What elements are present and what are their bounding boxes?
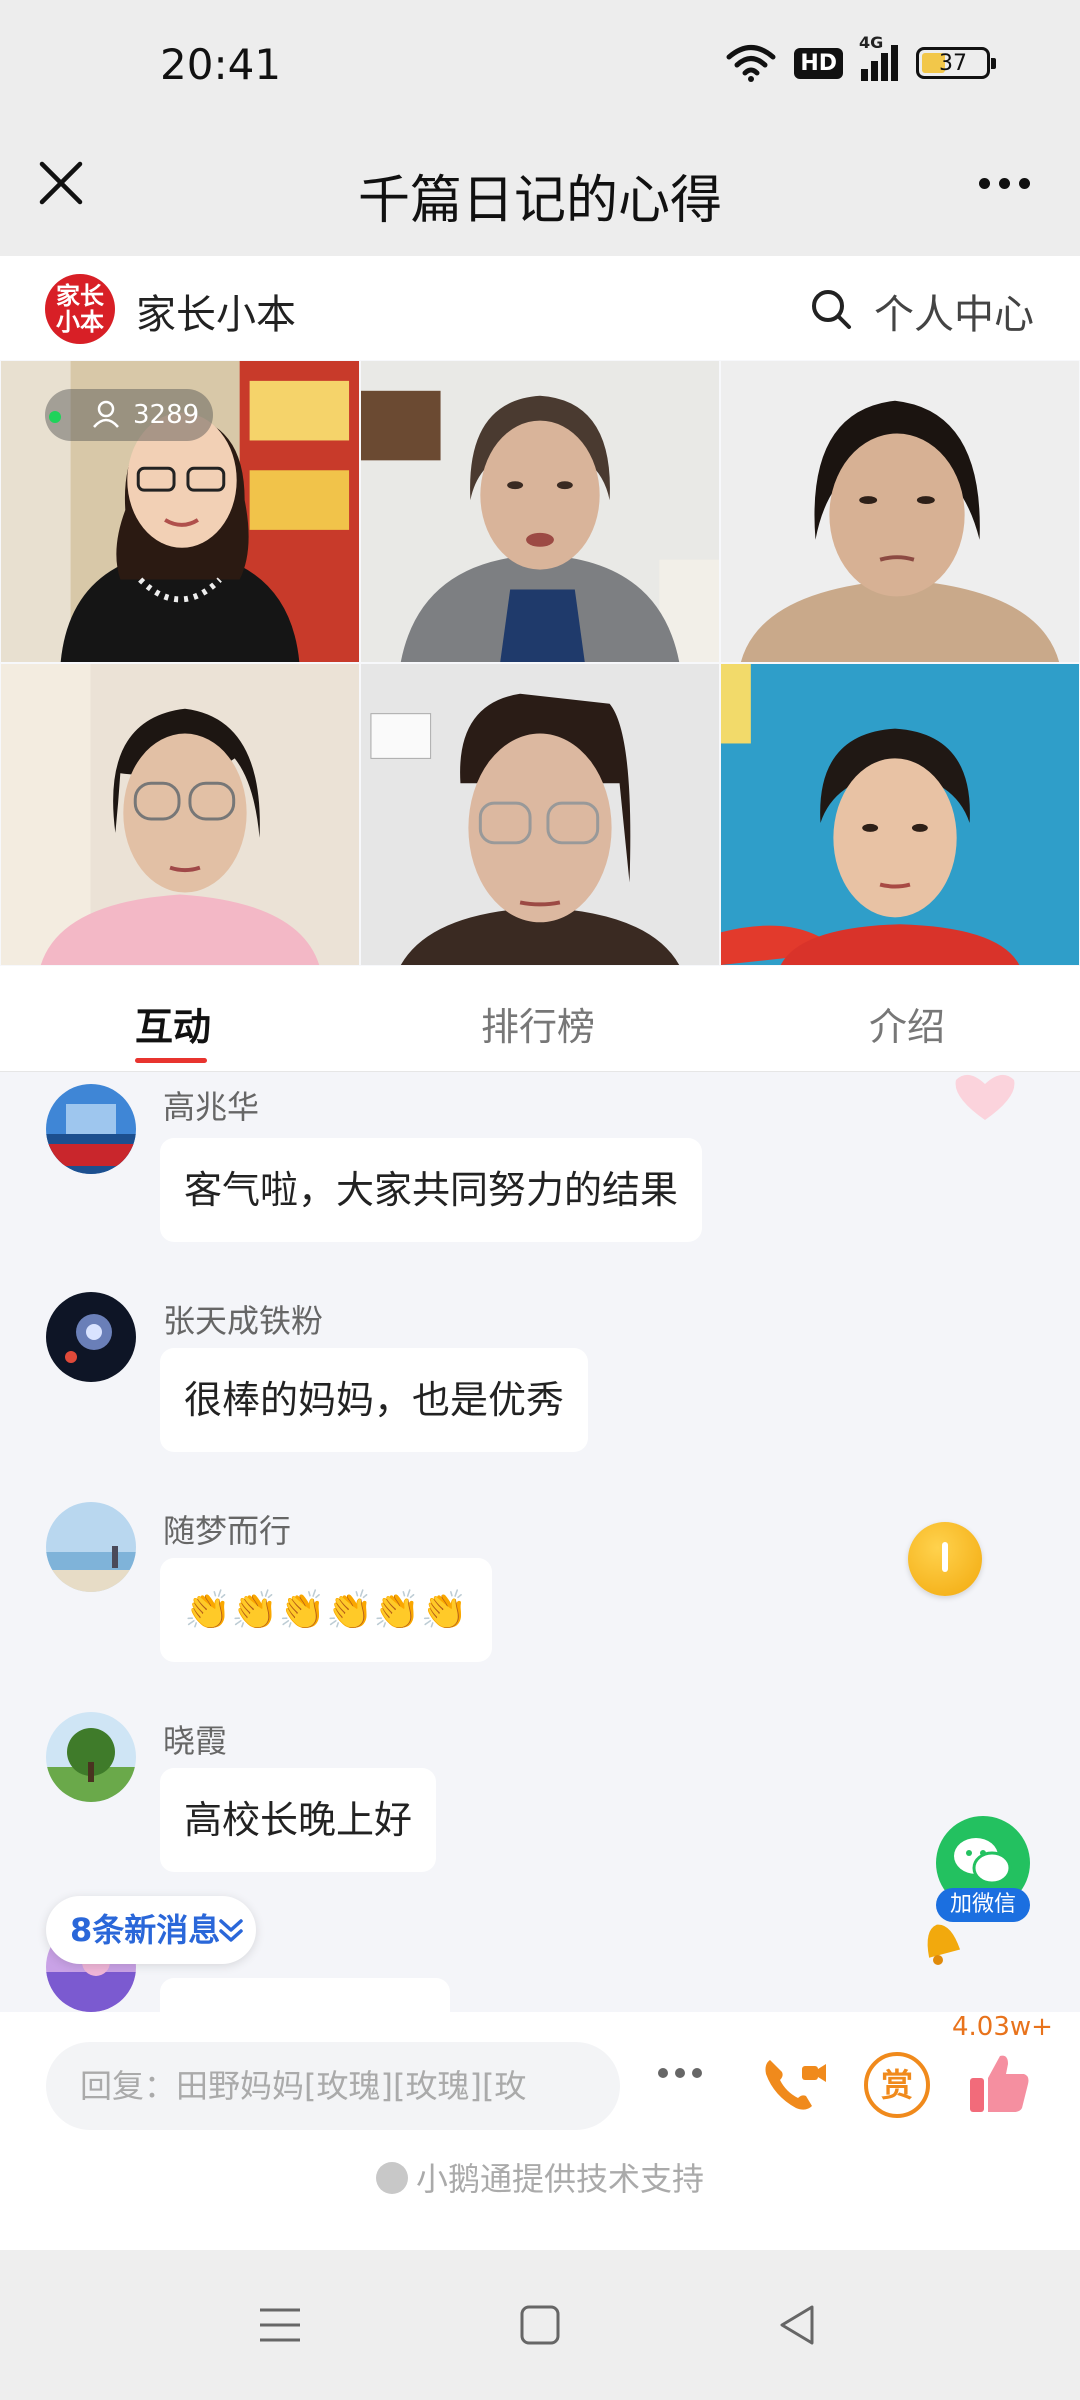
video-feed-image [721, 361, 1079, 662]
message-bubble[interactable]: 👏👏👏👏👏👏 [160, 1558, 492, 1662]
recent-apps-button[interactable] [245, 2290, 315, 2360]
avatar-image [46, 1292, 136, 1382]
status-bar: 20:41 HD 4G 37 [0, 0, 1080, 120]
home-button[interactable] [505, 2290, 575, 2360]
new-messages-label: 8条新消息 [70, 1911, 221, 1949]
message-bubble[interactable]: 客气啦，大家共同努力的结果 [160, 1138, 703, 1242]
message-author: 张天成铁粉 [163, 1302, 324, 1340]
battery-level: 37 [939, 50, 967, 76]
channel-logo[interactable]: 家长小本 [45, 274, 115, 344]
powered-by-label: 小鹅通提供技术支持 [415, 2160, 704, 2198]
new-messages-button[interactable]: 8条新消息 [46, 1896, 257, 1964]
more-dot-icon [675, 2068, 685, 2078]
reward-button[interactable]: 赏 [864, 2052, 930, 2118]
video-grid[interactable]: 3289 [0, 360, 1080, 966]
tab-introduction[interactable]: 介绍 [869, 996, 945, 1051]
video-feed-image [1, 664, 359, 965]
message-bubble[interactable] [160, 1978, 450, 2012]
video-tile-2[interactable] [360, 360, 720, 663]
status-time: 20:41 [160, 40, 282, 89]
channel-name[interactable]: 家长小本 [136, 282, 296, 340]
video-tile-6[interactable] [720, 663, 1080, 966]
more-dot-icon [692, 2068, 702, 2078]
status-icons: HD 4G 37 [726, 33, 996, 82]
avatar-image [46, 1502, 136, 1592]
input-bar: 赏 4.03w+ 小鹅通提供技术支持 [0, 2012, 1080, 2250]
message-author: 随梦而行 [163, 1512, 292, 1550]
like-count: 4.03w+ [952, 2012, 1053, 2042]
video-tile-host[interactable]: 3289 [0, 360, 360, 663]
floating-heart-icon [955, 1074, 1015, 1120]
avatar-image [46, 1712, 136, 1802]
input-more-button[interactable] [658, 2068, 702, 2078]
channel-logo-text: 家长小本 [56, 282, 104, 336]
hd-badge: HD [794, 47, 843, 79]
more-dot-icon [1018, 177, 1030, 189]
thumbs-up-icon[interactable] [964, 2048, 1034, 2118]
double-chevron-down-icon [219, 1919, 244, 1942]
more-dot-icon [998, 177, 1010, 189]
viewer-icon [93, 400, 119, 428]
network-label: 4G [859, 33, 884, 52]
avatar[interactable] [46, 1084, 136, 1174]
title-bar: 千篇日记的心得 [0, 120, 1080, 256]
reply-input[interactable] [46, 2042, 620, 2130]
xiaoe-logo-icon [375, 2162, 408, 2194]
live-indicator-dot [49, 411, 61, 423]
more-dot-icon [978, 177, 990, 189]
tab-bar: 互动 排行榜 介绍 [0, 966, 1080, 1072]
avatar[interactable] [46, 1712, 136, 1802]
avatar[interactable] [46, 1502, 136, 1592]
more-dot-icon [658, 2068, 668, 2078]
message-author: 高兆华 [163, 1088, 260, 1126]
message-bubble[interactable]: 高校长晚上好 [160, 1768, 437, 1872]
search-icon[interactable] [808, 286, 854, 332]
battery-icon: 37 [916, 47, 996, 79]
network-icon: 4G [859, 33, 898, 81]
video-tile-3[interactable] [720, 360, 1080, 663]
bell-icon[interactable] [918, 1916, 966, 1966]
menu-icon [260, 2308, 300, 2342]
page-title: 千篇日记的心得 [357, 171, 722, 231]
powered-by-text: 小鹅通提供技术支持 [0, 2154, 1080, 2200]
back-button[interactable] [762, 2290, 832, 2360]
viewer-count: 3289 [133, 400, 200, 430]
tab-ranking[interactable]: 排行榜 [481, 996, 595, 1051]
more-menu-button[interactable] [964, 152, 1044, 214]
video-tile-4[interactable] [0, 663, 360, 966]
avatar-image [46, 1084, 136, 1174]
wifi-icon [726, 45, 776, 82]
active-tab-indicator [135, 1058, 207, 1063]
channel-bar: 家长小本 家长小本 个人中心 [0, 256, 1080, 360]
tab-interaction[interactable]: 互动 [135, 996, 211, 1051]
message-author: 晓霞 [163, 1722, 228, 1760]
video-feed-image [721, 664, 1079, 965]
viewer-count-badge: 3289 [45, 389, 214, 441]
system-nav-bar [0, 2250, 1080, 2400]
coin-reward-button[interactable] [908, 1522, 982, 1596]
phone-video-icon[interactable] [758, 2050, 828, 2120]
home-square-icon [520, 2305, 560, 2345]
profile-center-link[interactable]: 个人中心 [874, 282, 1034, 340]
video-tile-5[interactable] [360, 663, 720, 966]
video-feed-image [361, 664, 719, 965]
avatar[interactable] [46, 1292, 136, 1382]
message-bubble[interactable]: 很棒的妈妈，也是优秀 [160, 1348, 589, 1452]
video-feed-image [361, 361, 719, 662]
back-triangle-icon [780, 2305, 814, 2345]
